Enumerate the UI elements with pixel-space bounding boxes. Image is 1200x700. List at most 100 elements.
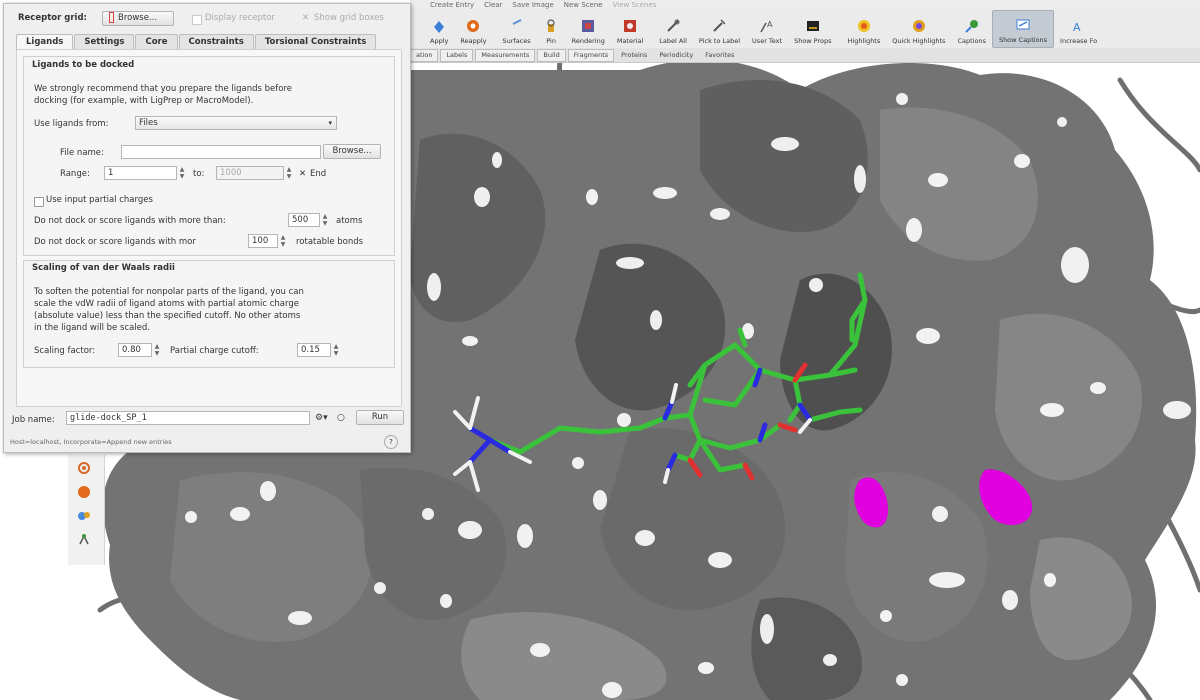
user-text-icon: A [759,17,776,34]
job-name-input[interactable]: glide-dock_SP_1 [66,411,310,425]
receptor-browse-button[interactable]: Browse... [102,11,174,26]
subtab-favorites[interactable]: Favorites [700,50,739,61]
toolbar-button-label-all[interactable]: Label All [653,10,693,48]
molecule-icon[interactable] [77,533,91,547]
recommend-text-line-1: We strongly recommend that you prepare t… [34,84,292,94]
vdw-text-line-1: To soften the potential for nonpolar par… [34,287,304,297]
status-bar-text: Host=localhost, Incorporate=Append new e… [10,438,172,446]
captions-icon [963,17,980,34]
scaling-factor-input[interactable]: 0.80 [118,343,152,357]
max-atoms-stepper[interactable]: ▲ ▼ [321,213,329,227]
menu-item[interactable]: Clear [484,1,502,9]
toolbar-button-label: Reapply [460,37,487,45]
subtab-fragments[interactable]: Fragments [567,48,615,62]
tab-settings[interactable]: Settings [74,34,135,50]
toolbar-button-label: Rendering [571,37,605,45]
pin-icon [543,17,560,34]
use-ligands-label: Use ligands from: [34,119,109,129]
material-icon [622,17,639,34]
style-icon[interactable] [77,509,91,523]
toolbar-button-material[interactable]: Material [611,10,649,48]
toolbar-button-quick-highlights[interactable]: Quick Highlights [886,10,951,48]
toolbar-button-label: Increase Fo [1060,37,1098,45]
scaling-factor-label: Scaling factor: [34,346,96,356]
max-rotatable-input[interactable]: 100 [248,234,278,248]
menu-item[interactable]: Create Entry [430,1,474,9]
tab-core[interactable]: Core [135,34,178,50]
range-from-input[interactable]: 1 [104,166,177,180]
toolbar-button-label: Captions [957,37,986,45]
job-status-icon: ○ [337,413,345,423]
settings-gear-icon[interactable]: ⚙▾ [315,413,328,423]
subtab-labels[interactable]: Labels [440,48,474,62]
label-all-icon [665,17,682,34]
max-atoms-input[interactable]: 500 [288,213,320,227]
toolbar-button-show-captions[interactable]: Show Captions [991,10,1055,48]
tab-torsional-constraints[interactable]: Torsional Constraints [254,34,377,50]
show-props-icon [804,17,821,34]
highlights-icon [855,17,872,34]
maestro-menu-strip: Create Entry Clear Save Image New Scene … [410,0,1200,10]
toolbar-button-rendering[interactable]: Rendering [566,10,611,48]
scaling-factor-stepper[interactable]: ▲ ▼ [153,343,161,357]
charge-cutoff-input[interactable]: 0.15 [297,343,331,357]
toolbar-button-surfaces[interactable]: Surfaces [496,10,536,48]
toolbar-button-label: Highlights [847,37,881,45]
subtab-proteins[interactable]: Proteins [616,50,652,61]
file-name-input[interactable] [121,145,321,159]
range-to-input[interactable]: 1000 [216,166,284,180]
use-ligands-select[interactable]: Files ▾ [135,116,337,130]
partial-charges-checkbox[interactable] [34,197,44,207]
toolbar-button-label: Apply [430,37,449,45]
show-captions-icon [1014,16,1031,33]
maestro-toolbar: Apply Reapply Surfaces Pin Rendering Material… [410,10,1200,48]
menu-item[interactable]: Save Image [512,1,553,9]
subtab-periodicity[interactable]: Periodicity [654,50,698,61]
toolbar-button-pin[interactable]: Pin [537,10,566,48]
toolbar-button-label: Pick to Label [698,37,741,45]
atoms-unit: atoms [336,216,363,226]
vdw-text-line-4: in the ligand will be scaled. [34,323,150,333]
toolbar-button-label: Material [616,37,644,45]
file-browse-button[interactable]: Browse... [323,144,381,159]
menu-item[interactable]: New Scene [564,1,603,9]
end-checkbox-icon[interactable]: ✕ [299,169,306,179]
subtab-build[interactable]: Build [537,48,566,62]
toolbar-button-increase-font[interactable]: A Increase Fo [1054,10,1103,48]
range-from-stepper[interactable]: ▲ ▼ [178,166,186,180]
display-receptor-checkbox[interactable] [192,15,202,25]
max-rotatable-stepper[interactable]: ▲ ▼ [279,234,287,248]
dialog-tabs: Ligands Settings Core Constraints Torsio… [16,34,377,50]
recommend-text-line-2: docking (for example, with LigPrep or Ma… [34,96,254,106]
subtab[interactable]: ation [410,48,439,62]
run-button[interactable]: Run [356,410,404,425]
subtab-measurements[interactable]: Measurements [475,48,536,62]
range-to-label: to: [193,169,205,179]
tab-constraints[interactable]: Constraints [178,34,254,50]
reapply-icon [465,17,482,34]
toolbar-button-label: Show Props [794,37,832,45]
toolbar-button-apply[interactable]: Apply [424,10,454,48]
sphere-icon[interactable] [77,485,91,499]
receptor-status-icon [109,12,114,23]
range-to-stepper[interactable]: ▲ ▼ [285,166,293,180]
tab-ligands[interactable]: Ligands [16,34,74,50]
toolbar-button-captions[interactable]: Captions [951,10,992,48]
toolbar-button-user-text[interactable]: A User Text [746,10,788,48]
toolbar-button-highlights[interactable]: Highlights [842,10,887,48]
settings-icon[interactable] [77,461,91,475]
svg-text:A: A [767,20,773,29]
help-button[interactable]: ? [384,435,398,449]
toolbar-button-show-props[interactable]: Show Props [788,10,837,48]
increase-font-icon: A [1070,17,1087,34]
menu-item[interactable]: View Scenes [613,1,657,9]
pick-label-icon [711,17,728,34]
toolbar-button-label: Pin [546,37,556,45]
show-grid-boxes-label[interactable]: Show grid boxes [314,13,384,23]
toolbar-button-pick-label[interactable]: Pick to Label [693,10,746,48]
charge-cutoff-stepper[interactable]: ▲ ▼ [332,343,340,357]
use-ligands-value: Files [139,118,158,128]
toolbar-button-reapply[interactable]: Reapply [454,10,492,48]
max-rotatable-label: Do not dock or score ligands with mor [34,237,196,247]
toolbar-button-label: Label All [659,37,687,45]
